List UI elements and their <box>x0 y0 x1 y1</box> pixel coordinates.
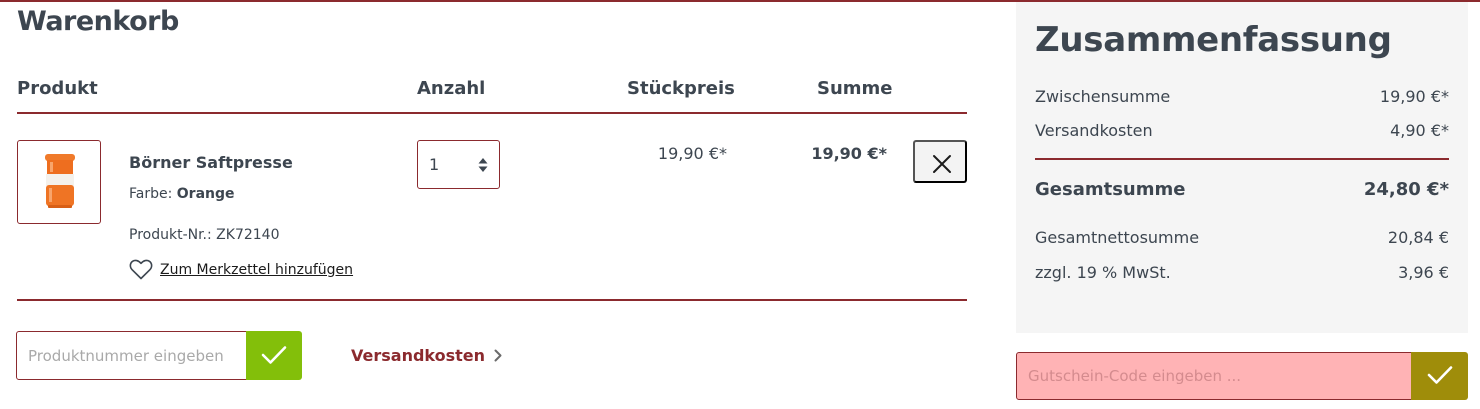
product-number-input[interactable] <box>16 331 247 380</box>
shipping-value: 4,90 €* <box>1390 121 1449 140</box>
wishlist-label: Zum Merkzettel hinzufügen <box>160 261 354 278</box>
line-total: 19,90 €* <box>811 144 887 163</box>
subtotal-value: 19,90 €* <box>1379 87 1449 106</box>
summary-row-shipping: Versandkosten 4,90 €* <box>1035 121 1449 140</box>
grand-total-label: Gesamtsumme <box>1035 179 1186 200</box>
page-title: Warenkorb <box>17 6 179 37</box>
add-to-wishlist-link[interactable]: Zum Merkzettel hinzufügen <box>129 259 353 280</box>
product-color-value: Orange <box>176 186 235 202</box>
product-color: Farbe: Orange <box>129 186 235 202</box>
net-total-label: Gesamtnettosumme <box>1035 228 1200 247</box>
checkmark-icon <box>1427 366 1453 384</box>
heart-icon <box>129 259 153 280</box>
summary-row-subtotal: Zwischensumme 19,90 €* <box>1035 87 1449 106</box>
order-summary-panel: Zusammenfassung Zwischensumme 19,90 €* V… <box>1016 2 1468 333</box>
shipping-costs-link[interactable]: Versandkosten <box>351 346 502 365</box>
add-product-submit-button[interactable] <box>246 331 302 380</box>
grand-total-value: 24,80 €* <box>1363 179 1449 200</box>
column-header-product: Produkt <box>17 78 98 99</box>
juicer-product-image <box>45 154 75 208</box>
quantity-select[interactable]: 1 <box>417 140 500 189</box>
header-divider <box>17 112 967 114</box>
remove-item-button[interactable] <box>913 140 967 183</box>
product-thumbnail[interactable] <box>17 140 101 224</box>
chevron-right-icon <box>494 349 502 362</box>
voucher-submit-button[interactable] <box>1411 352 1468 400</box>
summary-row-grand-total: Gesamtsumme 24,80 €* <box>1035 179 1449 200</box>
quantity-value: 1 <box>429 155 440 174</box>
summary-divider <box>1035 158 1449 160</box>
product-color-label: Farbe: <box>129 186 173 202</box>
vat-label: zzgl. 19 % MwSt. <box>1035 263 1171 282</box>
voucher-code-input[interactable] <box>1016 352 1412 400</box>
product-number: Produkt-Nr.: ZK72140 <box>129 227 280 243</box>
column-header-unit-price: Stückpreis <box>627 78 735 99</box>
shipping-label: Versandkosten <box>1035 121 1153 140</box>
column-header-total: Summe <box>817 78 893 99</box>
column-header-quantity: Anzahl <box>417 78 486 99</box>
product-name[interactable]: Börner Saftpresse <box>129 153 293 172</box>
summary-row-net-total: Gesamtnettosumme 20,84 € <box>1035 228 1449 247</box>
close-icon <box>933 155 951 173</box>
line-item-divider <box>17 299 967 301</box>
checkmark-icon <box>261 346 287 364</box>
summary-row-vat: zzgl. 19 % MwSt. 3,96 € <box>1035 263 1449 282</box>
subtotal-label: Zwischensumme <box>1035 87 1171 106</box>
shipping-link-label: Versandkosten <box>351 346 486 365</box>
sort-arrows-icon <box>478 158 488 172</box>
net-total-value: 20,84 € <box>1387 228 1449 247</box>
summary-title: Zusammenfassung <box>1035 20 1392 60</box>
vat-value: 3,96 € <box>1398 263 1449 282</box>
unit-price: 19,90 €* <box>657 144 727 163</box>
